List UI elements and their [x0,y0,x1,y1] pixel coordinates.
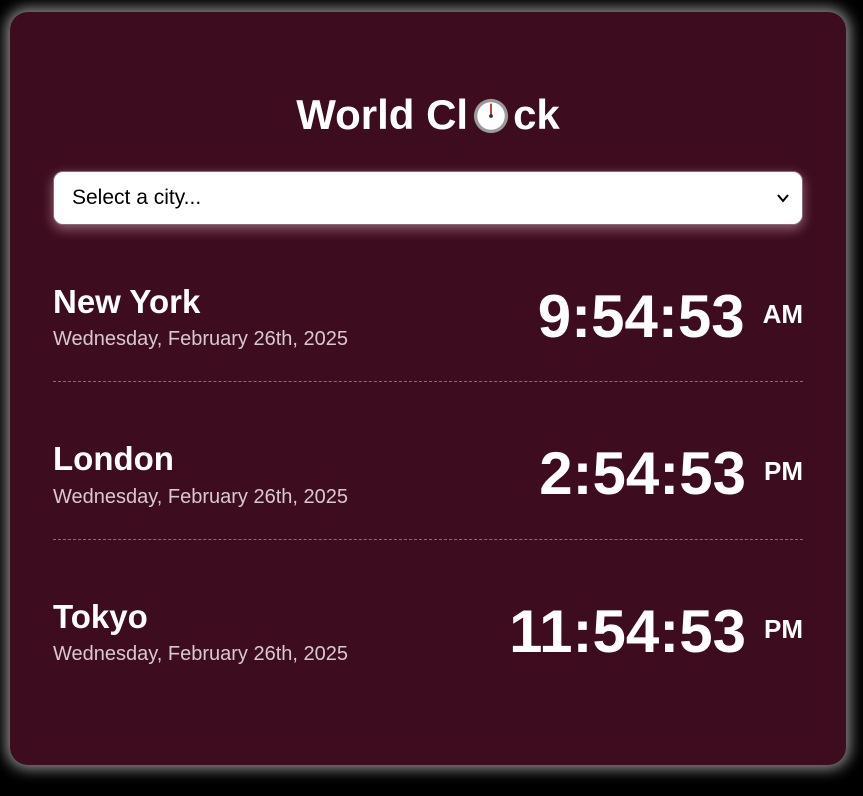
title-text-end: ck [513,91,560,138]
city-time: 11:54:53 PM [509,600,803,664]
city-time: 9:54:53 AM [538,285,803,349]
city-row-london: London Wednesday, February 26th, 2025 2:… [53,438,803,558]
city-time: 2:54:53 PM [539,442,803,506]
city-date: Wednesday, February 26th, 2025 [53,486,348,508]
chevron-down-icon [776,191,790,205]
am-pm-label: PM [764,614,803,644]
divider [53,381,803,382]
time-value: 2:54:53 [539,440,746,507]
city-date: Wednesday, February 26th, 2025 [53,328,348,350]
stopwatch-icon [472,96,510,134]
world-clock-card: World Cl ck Select a city... New York We… [10,12,846,765]
time-value: 11:54:53 [509,598,746,665]
city-name: Tokyo [53,598,148,635]
city-name: London [53,440,174,477]
city-row-tokyo: Tokyo Wednesday, February 26th, 2025 11:… [53,596,803,716]
am-pm-label: AM [762,299,803,329]
city-row-new-york: New York Wednesday, February 26th, 2025 … [53,280,803,400]
city-select[interactable]: Select a city... [53,171,803,225]
time-value: 9:54:53 [537,283,745,350]
title-text-start: World Cl [296,91,469,138]
am-pm-label: PM [764,456,803,486]
page-title: World Cl ck [10,90,846,140]
city-date: Wednesday, February 26th, 2025 [53,643,348,665]
divider [53,539,803,540]
city-select-value: Select a city... [72,186,202,209]
city-name: New York [53,283,201,320]
